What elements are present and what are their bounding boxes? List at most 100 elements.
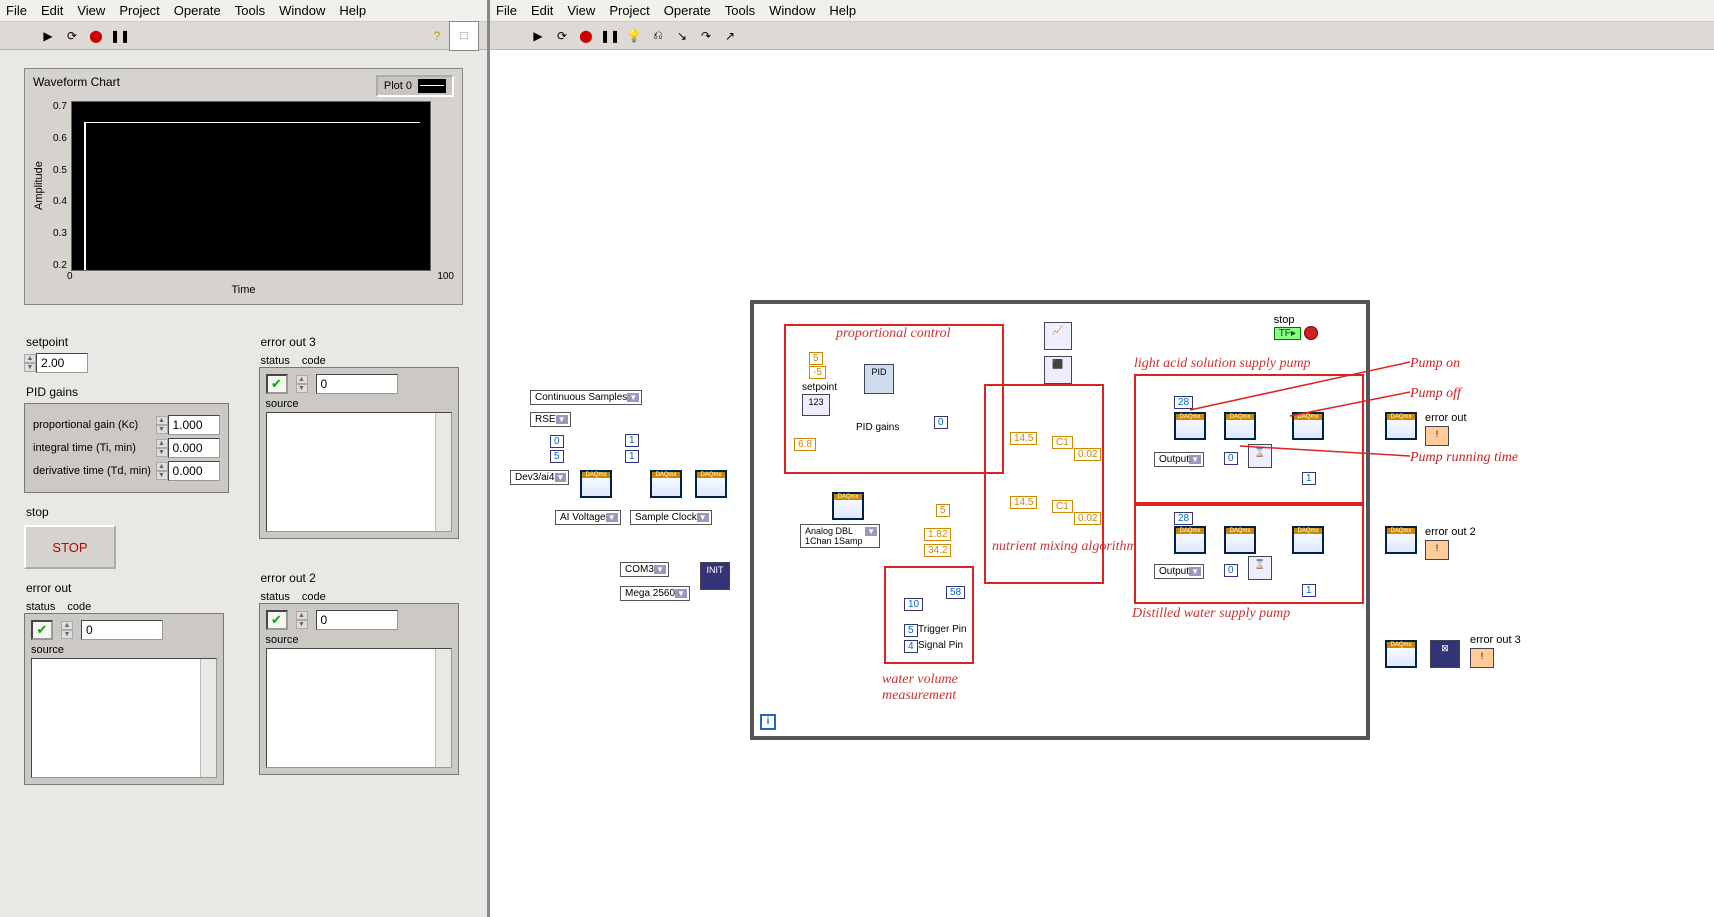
const-5-a[interactable]: 5 bbox=[550, 450, 564, 463]
errout3-terminal[interactable]: ! bbox=[1470, 648, 1494, 668]
menu-window[interactable]: Window bbox=[279, 3, 325, 18]
err2-source-box[interactable] bbox=[266, 648, 452, 768]
menu-bar-right[interactable]: File Edit View Project Operate Tools Win… bbox=[490, 0, 1714, 22]
daqmx-write-b1[interactable] bbox=[1174, 526, 1206, 554]
const-c1-a[interactable]: C1 bbox=[1052, 436, 1073, 449]
run-cont-icon-r[interactable]: ⟳ bbox=[554, 28, 570, 44]
const-145-b[interactable]: 14.5 bbox=[1010, 496, 1037, 509]
drop-cont-samples[interactable]: Continuous Samples bbox=[530, 390, 642, 405]
drop-dev[interactable]: Dev3/ai4 bbox=[510, 470, 569, 485]
drop-sample-clock[interactable]: Sample Clock bbox=[630, 510, 712, 525]
drop-output-b[interactable]: Output bbox=[1154, 564, 1204, 579]
const-0-a[interactable]: 0 bbox=[550, 435, 564, 448]
pause-icon-r[interactable]: ❚❚ bbox=[602, 28, 618, 44]
retain-wire-icon[interactable]: ⎌ bbox=[650, 28, 666, 44]
menu-edit-r[interactable]: Edit bbox=[531, 3, 553, 18]
ti-input[interactable] bbox=[168, 438, 220, 458]
menu-bar-left[interactable]: File Edit View Project Operate Tools Win… bbox=[0, 0, 487, 22]
daqmx-read[interactable] bbox=[832, 492, 864, 520]
const-10[interactable]: 10 bbox=[904, 598, 923, 611]
drop-mega[interactable]: Mega 2560 bbox=[620, 586, 690, 601]
help-icon[interactable]: ? bbox=[429, 28, 445, 44]
drop-com3[interactable]: COM3 bbox=[620, 562, 669, 577]
step-into-icon[interactable]: ↘ bbox=[674, 28, 690, 44]
daqmx-write-b3[interactable] bbox=[1292, 526, 1324, 554]
menu-tools-r[interactable]: Tools bbox=[725, 3, 755, 18]
stop-terminal[interactable]: stop TF▸ bbox=[1274, 314, 1318, 340]
const-4-sig[interactable]: 4 bbox=[904, 640, 918, 653]
daqmx-write-b2[interactable] bbox=[1224, 526, 1256, 554]
daqmx-close-3[interactable] bbox=[1385, 640, 1417, 668]
express-node[interactable]: ⬛ bbox=[1044, 356, 1072, 384]
const-1-c[interactable]: 1 bbox=[1302, 472, 1316, 485]
stop-button[interactable]: STOP bbox=[24, 525, 116, 569]
arduino-init-node[interactable]: INIT bbox=[700, 562, 730, 590]
drop-ai-voltage[interactable]: AI Voltage bbox=[555, 510, 621, 525]
const-58[interactable]: 58 bbox=[946, 586, 965, 599]
const-c1-b[interactable]: C1 bbox=[1052, 500, 1073, 513]
menu-file-r[interactable]: File bbox=[496, 3, 517, 18]
err3-code-input[interactable] bbox=[316, 374, 398, 394]
run-icon-r[interactable]: ▶ bbox=[530, 28, 546, 44]
const-1-b[interactable]: 1 bbox=[625, 450, 639, 463]
chart-node[interactable]: 📈 bbox=[1044, 322, 1072, 350]
const-002-a[interactable]: 0.02 bbox=[1074, 448, 1101, 461]
setpoint-input[interactable] bbox=[36, 353, 88, 373]
vi-icon[interactable]: ⬚ bbox=[449, 21, 479, 51]
pause-icon[interactable]: ❚❚ bbox=[112, 28, 128, 44]
const-145-a[interactable]: 14.5 bbox=[1010, 432, 1037, 445]
abort-icon[interactable]: ⬤ bbox=[88, 28, 104, 44]
step-out-icon[interactable]: ↗ bbox=[722, 28, 738, 44]
step-over-icon[interactable]: ↷ bbox=[698, 28, 714, 44]
menu-tools[interactable]: Tools bbox=[235, 3, 265, 18]
menu-help-r[interactable]: Help bbox=[829, 3, 856, 18]
wait-node-b[interactable]: ⌛ bbox=[1248, 556, 1272, 580]
menu-edit[interactable]: Edit bbox=[41, 3, 63, 18]
menu-file[interactable]: File bbox=[6, 3, 27, 18]
const-5-c[interactable]: 5 bbox=[936, 504, 950, 517]
menu-operate[interactable]: Operate bbox=[174, 3, 221, 18]
errout2-terminal[interactable]: ! bbox=[1425, 540, 1449, 560]
const-0-b[interactable]: 0 bbox=[934, 416, 948, 429]
menu-view-r[interactable]: View bbox=[567, 3, 595, 18]
run-icon[interactable]: ▶ bbox=[40, 28, 56, 44]
setpoint-terminal[interactable]: 123 bbox=[802, 394, 830, 416]
menu-view[interactable]: View bbox=[77, 3, 105, 18]
const-002-b[interactable]: 0.02 bbox=[1074, 512, 1101, 525]
const-0-d[interactable]: 0 bbox=[1224, 564, 1238, 577]
daqmx-close-2[interactable] bbox=[1385, 526, 1417, 554]
const-5-trig[interactable]: 5 bbox=[904, 624, 918, 637]
daqmx-timing[interactable] bbox=[650, 470, 682, 498]
daqmx-create[interactable] bbox=[580, 470, 612, 498]
loop-iteration-terminal[interactable]: i bbox=[760, 714, 776, 730]
run-cont-icon[interactable]: ⟳ bbox=[64, 28, 80, 44]
menu-operate-r[interactable]: Operate bbox=[664, 3, 711, 18]
err1-source-box[interactable] bbox=[31, 658, 217, 778]
chart-legend[interactable]: Plot 0 bbox=[376, 75, 454, 97]
err1-code-input[interactable] bbox=[81, 620, 163, 640]
menu-help[interactable]: Help bbox=[339, 3, 366, 18]
arduino-close-node[interactable]: ⊠ bbox=[1430, 640, 1460, 668]
err2-code-input[interactable] bbox=[316, 610, 398, 630]
drop-analog[interactable]: Analog DBL 1Chan 1Samp bbox=[800, 524, 880, 548]
abort-icon-r[interactable]: ⬤ bbox=[578, 28, 594, 44]
ti-control[interactable]: ▲▼ bbox=[156, 438, 220, 458]
daqmx-start[interactable] bbox=[695, 470, 727, 498]
menu-project[interactable]: Project bbox=[119, 3, 159, 18]
const-68[interactable]: 6.8 bbox=[794, 438, 816, 451]
const-neg5[interactable]: -5 bbox=[809, 366, 826, 379]
const-1-d[interactable]: 1 bbox=[1302, 584, 1316, 597]
menu-project-r[interactable]: Project bbox=[609, 3, 649, 18]
pid-vi-node[interactable]: PID bbox=[864, 364, 894, 394]
const-342[interactable]: 34.2 bbox=[924, 544, 951, 557]
kc-control[interactable]: ▲▼ bbox=[156, 415, 220, 435]
setpoint-control[interactable]: ▲▼ bbox=[24, 353, 88, 373]
errout-terminal[interactable]: ! bbox=[1425, 426, 1449, 446]
td-control[interactable]: ▲▼ bbox=[156, 461, 220, 481]
drop-rse[interactable]: RSE bbox=[530, 412, 571, 427]
td-input[interactable] bbox=[168, 461, 220, 481]
block-diagram[interactable]: Continuous Samples RSE 0 5 Dev3/ai4 AI V… bbox=[490, 50, 1714, 917]
highlight-icon[interactable]: 💡 bbox=[626, 28, 642, 44]
const-182[interactable]: 1.82 bbox=[924, 528, 951, 541]
kc-input[interactable] bbox=[168, 415, 220, 435]
